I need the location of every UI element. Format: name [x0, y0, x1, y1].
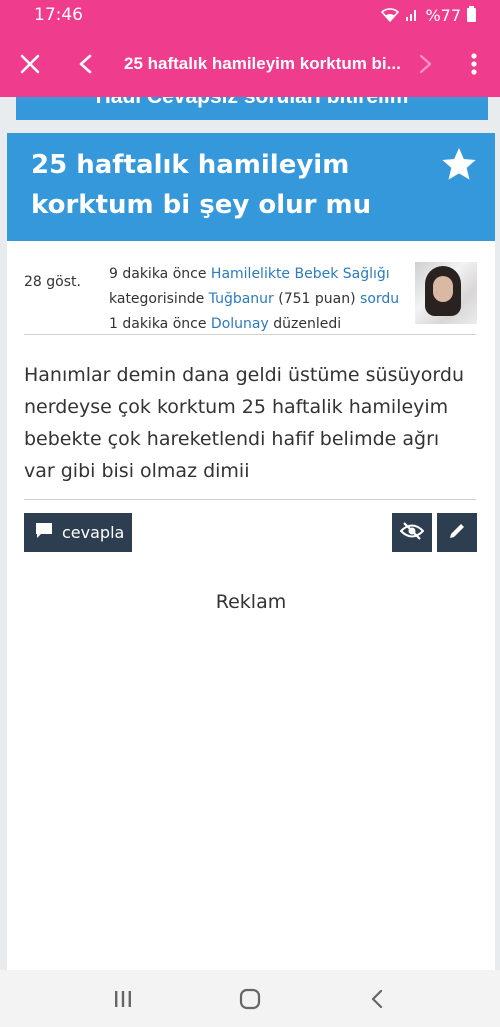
- comment-icon: [35, 522, 53, 543]
- question-body: Hanımlar demin dana geldi üstüme süsüyor…: [24, 364, 464, 482]
- edited-word: düzenledi: [273, 316, 342, 332]
- signal-icon: [405, 8, 419, 22]
- edited-time: 1 dakika önce: [109, 316, 207, 332]
- avatar[interactable]: [415, 262, 477, 324]
- back-arrow-icon[interactable]: [60, 30, 110, 97]
- author-points: (751 puan): [278, 291, 356, 307]
- category-suffix: kategorisinde: [109, 291, 205, 307]
- status-time: 17:46: [34, 5, 83, 25]
- star-icon[interactable]: [439, 145, 479, 185]
- meta-text: 9 dakika önce Hamilelikte Bebek Sağlığı …: [109, 262, 414, 337]
- wifi-icon: [381, 8, 400, 22]
- category-link[interactable]: Hamilelikte Bebek Sağlığı: [211, 266, 390, 282]
- reply-label: cevapla: [62, 523, 125, 542]
- question-title: 25 haftalık hamileyim korktum bi şey olu…: [31, 150, 372, 220]
- browser-toolbar: 25 haftalık hamileyim korktum bi...: [0, 30, 500, 97]
- question-header: 25 haftalık hamileyim korktum bi şey olu…: [7, 133, 495, 241]
- eye-off-icon: [399, 521, 425, 544]
- ad-label: Reklam: [215, 591, 287, 613]
- pencil-icon: [448, 522, 466, 544]
- editor-link[interactable]: Dolunay: [211, 316, 269, 332]
- page-title: 25 haftalık hamileyim korktum bi...: [124, 53, 401, 73]
- status-indicators: %77: [381, 6, 476, 25]
- view-count: 28 göst.: [24, 274, 81, 290]
- reply-button[interactable]: cevapla: [24, 513, 132, 552]
- back-icon[interactable]: [347, 970, 407, 1027]
- edit-button[interactable]: [437, 513, 477, 552]
- author-link[interactable]: Tuğbanur: [209, 291, 274, 307]
- asked-link[interactable]: sordu: [360, 291, 399, 307]
- more-vert-icon[interactable]: [448, 30, 500, 97]
- status-bar: 17:46 %77: [0, 0, 500, 30]
- battery-percent: %77: [425, 5, 461, 25]
- hide-button[interactable]: [392, 513, 432, 552]
- asked-time: 9 dakika önce: [109, 266, 207, 282]
- divider: [24, 499, 476, 500]
- question-card: 25 haftalık hamileyim korktum bi şey olu…: [7, 133, 495, 970]
- battery-icon: [467, 6, 476, 22]
- divider: [24, 334, 476, 335]
- system-nav-bar: [0, 970, 500, 1027]
- home-icon[interactable]: [220, 970, 280, 1027]
- forward-arrow-icon[interactable]: [404, 30, 448, 97]
- close-icon[interactable]: [0, 30, 60, 97]
- recent-apps-icon[interactable]: [93, 970, 153, 1027]
